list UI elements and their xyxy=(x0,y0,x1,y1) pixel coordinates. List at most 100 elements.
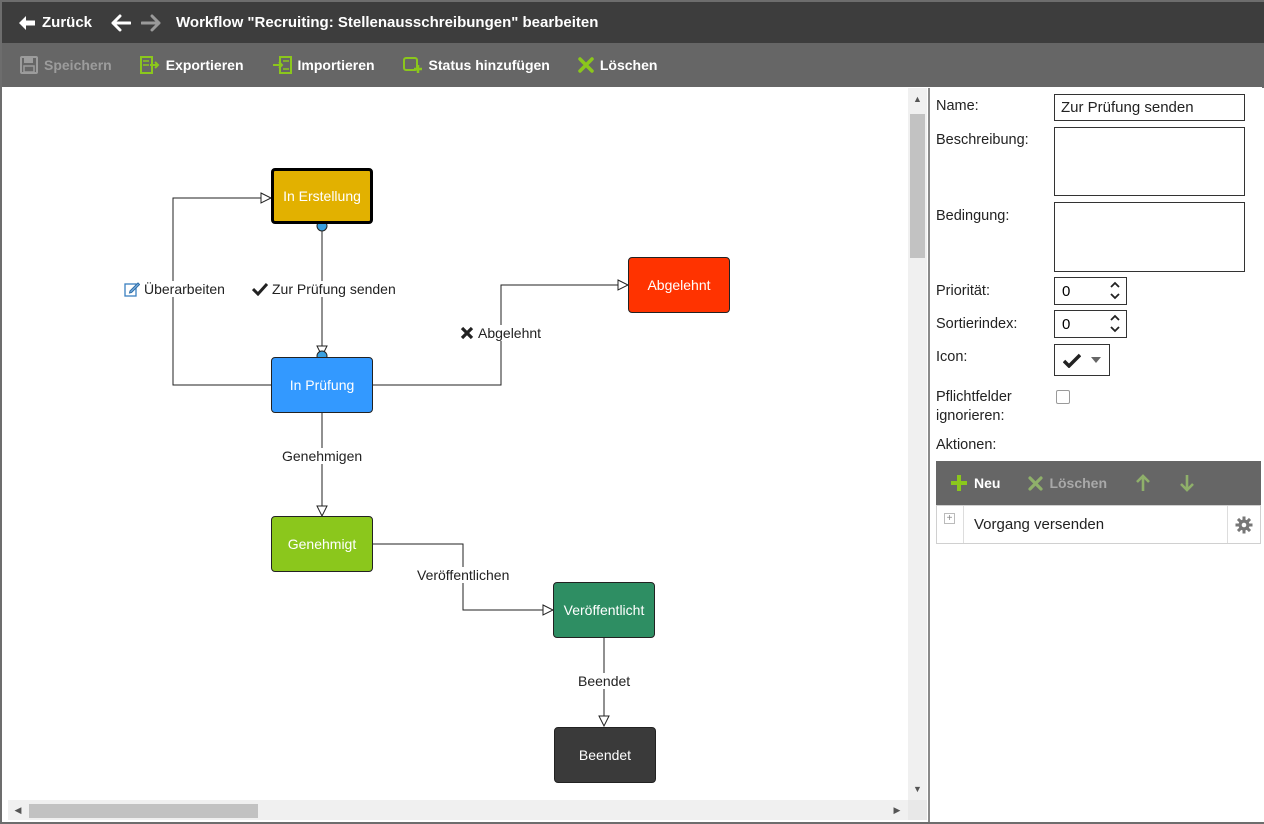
sortindex-label: Sortierindex: xyxy=(936,316,1018,332)
add-status-label: Status hinzufügen xyxy=(428,57,550,73)
history-back-button[interactable] xyxy=(110,12,132,34)
vertical-scrollbar[interactable]: ▲ ▼ xyxy=(908,88,927,800)
chevron-down-icon[interactable] xyxy=(1110,292,1120,300)
action-row[interactable]: + Vorgang versenden xyxy=(936,505,1261,544)
sortindex-value: 0 xyxy=(1062,315,1071,333)
workflow-canvas[interactable]: In Erstellung In Prüfung Abgelehnt Geneh… xyxy=(8,88,908,800)
edge-label-ueberarbeiten[interactable]: Überarbeiten xyxy=(124,281,225,297)
chevron-down-icon[interactable] xyxy=(1110,325,1120,333)
back-button[interactable]: Zurück xyxy=(18,14,92,31)
save-label: Speichern xyxy=(44,57,112,73)
edge-label-zur-pruefung-senden[interactable]: Zur Prüfung senden xyxy=(252,281,396,297)
node-veroeffentlicht[interactable]: Veröffentlicht xyxy=(553,582,655,638)
back-label: Zurück xyxy=(42,14,93,31)
description-textarea[interactable] xyxy=(1054,127,1245,196)
edge-label-beendet[interactable]: Beendet xyxy=(578,673,631,689)
mandatory-label-line1: Pflichtfelder xyxy=(936,389,1012,405)
actions-toolbar: Neu Löschen xyxy=(936,461,1261,505)
arrow-left-icon xyxy=(111,14,132,31)
check-icon xyxy=(252,282,268,296)
node-in-erstellung[interactable]: In Erstellung xyxy=(271,168,373,224)
move-up-button[interactable] xyxy=(1135,474,1157,492)
gear-icon xyxy=(1235,516,1253,533)
node-label: Veröffentlicht xyxy=(563,602,645,618)
chevron-up-icon[interactable] xyxy=(1110,281,1120,289)
node-label: Beendet xyxy=(578,747,632,763)
mandatory-label: Pflichtfelder ignorieren: xyxy=(936,388,1012,426)
delete-action-label: Löschen xyxy=(1049,475,1108,491)
horizontal-scrollbar[interactable]: ◀ ▶ xyxy=(8,800,908,820)
floppy-disk-icon xyxy=(20,56,38,74)
close-icon xyxy=(578,57,594,73)
scroll-up-arrow[interactable]: ▲ xyxy=(912,94,923,104)
add-status-button[interactable]: Status hinzufügen xyxy=(402,56,550,74)
arrow-down-icon xyxy=(1180,475,1194,492)
export-icon xyxy=(139,56,160,74)
check-icon xyxy=(1063,353,1081,368)
icon-label: Icon: xyxy=(936,349,968,365)
add-status-icon xyxy=(402,57,422,73)
arrowhead xyxy=(542,604,555,616)
import-label: Importieren xyxy=(297,57,375,73)
delete-button[interactable]: Löschen xyxy=(578,57,658,73)
delete-label: Löschen xyxy=(599,57,658,73)
node-beendet[interactable]: Beendet xyxy=(554,727,656,783)
import-button[interactable]: Importieren xyxy=(272,56,375,74)
scroll-thumb[interactable] xyxy=(29,804,258,818)
save-button[interactable]: Speichern xyxy=(20,56,112,74)
history-forward-button[interactable] xyxy=(140,12,162,34)
priority-label: Priorität: xyxy=(936,283,990,299)
arrowhead xyxy=(598,715,610,728)
properties-panel: Name: Beschreibung: Bedingung: Priorität… xyxy=(930,88,1264,822)
edge-label-veroeffentlichen[interactable]: Veröffentlichen xyxy=(417,567,510,583)
scrollbar-corner xyxy=(908,800,927,820)
node-label: In Prüfung xyxy=(289,377,355,393)
export-label: Exportieren xyxy=(165,57,244,73)
close-icon xyxy=(1028,475,1044,491)
arrow-right-icon xyxy=(141,14,161,31)
scroll-thumb[interactable] xyxy=(910,114,925,258)
edge-label-genehmigen[interactable]: Genehmigen xyxy=(282,448,363,464)
action-name: Vorgang versenden xyxy=(974,516,1105,533)
sortindex-stepper[interactable]: 0 xyxy=(1054,310,1127,338)
node-abgelehnt[interactable]: Abgelehnt xyxy=(628,257,730,313)
node-label: Abgelehnt xyxy=(647,277,711,293)
history-nav xyxy=(110,12,170,34)
scroll-right-arrow[interactable]: ▶ xyxy=(892,805,902,815)
edge-label-abgelehnt[interactable]: Abgelehnt xyxy=(460,325,542,341)
name-label: Name: xyxy=(936,98,979,114)
mandatory-label-line2: ignorieren: xyxy=(936,408,1005,424)
node-genehmigt[interactable]: Genehmigt xyxy=(271,516,373,572)
scroll-down-arrow[interactable]: ▼ xyxy=(912,784,923,794)
move-down-button[interactable] xyxy=(1179,474,1201,492)
edit-icon xyxy=(124,282,140,297)
export-button[interactable]: Exportieren xyxy=(139,56,244,74)
ignore-mandatory-checkbox[interactable] xyxy=(1056,390,1070,404)
arrow-up-icon xyxy=(1136,474,1150,491)
workflow-connectors xyxy=(172,192,630,728)
action-settings-button[interactable] xyxy=(1227,506,1260,543)
main-toolbar: Speichern Exportieren Importieren Status… xyxy=(2,43,1264,87)
name-input[interactable] xyxy=(1054,94,1245,121)
priority-value: 0 xyxy=(1062,282,1071,300)
new-action-button[interactable]: Neu xyxy=(950,474,1000,492)
expand-toggle[interactable]: + xyxy=(937,506,964,543)
node-label: In Erstellung xyxy=(283,188,361,204)
scroll-left-arrow[interactable]: ◀ xyxy=(13,805,23,815)
node-in-pruefung[interactable]: In Prüfung xyxy=(271,357,373,413)
arrowhead xyxy=(316,505,328,518)
delete-action-button[interactable]: Löschen xyxy=(1028,475,1107,491)
condition-textarea[interactable] xyxy=(1054,202,1245,272)
actions-label: Aktionen: xyxy=(936,437,997,453)
arrow-left-icon xyxy=(19,15,35,30)
condition-label: Bedingung: xyxy=(936,208,1010,224)
page-title: Workflow "Recruiting: Stellenausschreibu… xyxy=(176,14,599,31)
workflow-editor-window: Zurück Workflow "Recruiting: Stellenauss… xyxy=(0,0,1264,824)
close-icon xyxy=(460,326,474,340)
node-label: Genehmigt xyxy=(287,536,357,552)
chevron-up-icon[interactable] xyxy=(1110,314,1120,322)
import-icon xyxy=(272,56,292,74)
plus-icon xyxy=(951,475,967,491)
icon-select[interactable] xyxy=(1054,344,1110,376)
priority-stepper[interactable]: 0 xyxy=(1054,277,1127,305)
